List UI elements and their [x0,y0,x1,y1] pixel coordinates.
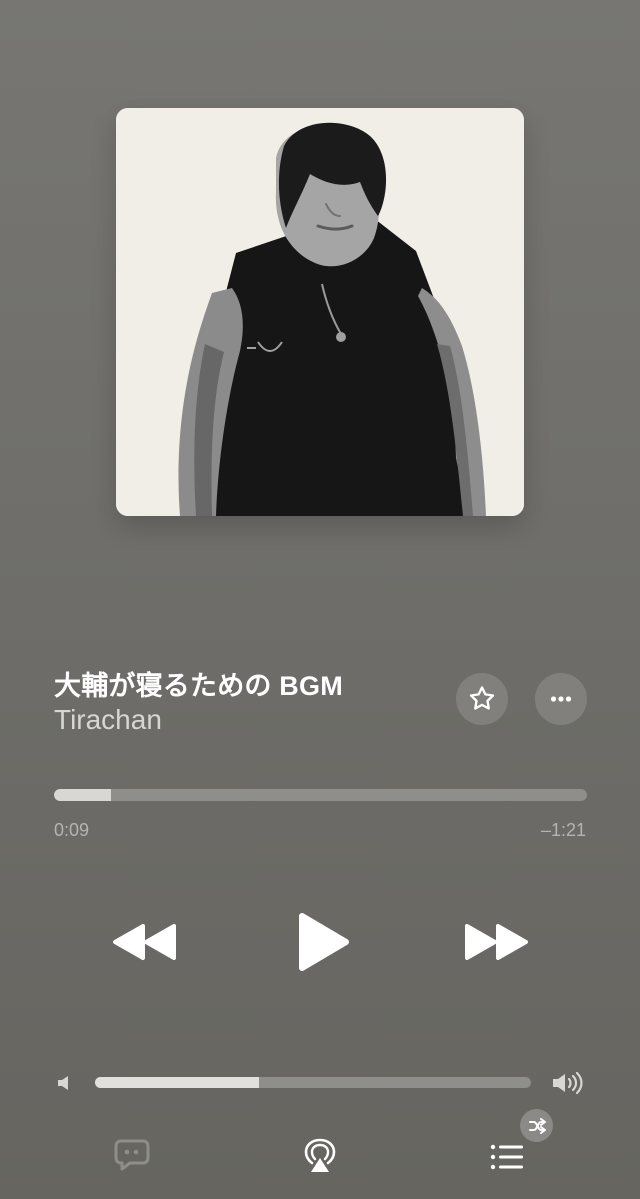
queue-button[interactable] [489,1142,525,1172]
artist-name[interactable]: Tirachan [54,704,162,736]
shuffle-icon [528,1117,546,1134]
star-outline-icon [469,686,495,710]
speaker-low-icon [55,1073,75,1098]
forward-icon [465,924,528,960]
fast-forward-button[interactable] [462,922,530,962]
speaker-high-icon [550,1071,584,1100]
list-icon [490,1144,523,1170]
rewind-button[interactable] [111,922,179,962]
more-options-button[interactable] [535,673,587,725]
airplay-button[interactable] [301,1138,339,1176]
shuffle-button[interactable] [520,1109,553,1142]
volume-slider[interactable] [95,1077,531,1088]
album-artwork [116,108,524,516]
ellipsis-icon [550,696,572,702]
backward-icon [113,924,176,960]
track-title: 大輔が寝るための BGM [54,671,343,701]
playback-progress-fill [54,789,112,801]
remaining-time: –1:21 [540,820,586,840]
favorite-button[interactable] [456,673,508,725]
elapsed-time: 0:09 [54,820,90,840]
volume-slider-fill [95,1077,259,1088]
lyrics-button[interactable] [114,1138,150,1172]
play-button[interactable] [294,910,352,974]
play-icon [299,913,349,971]
airplay-icon [304,1138,336,1172]
lyrics-icon [114,1139,150,1171]
playback-progress-bar[interactable] [54,789,587,801]
